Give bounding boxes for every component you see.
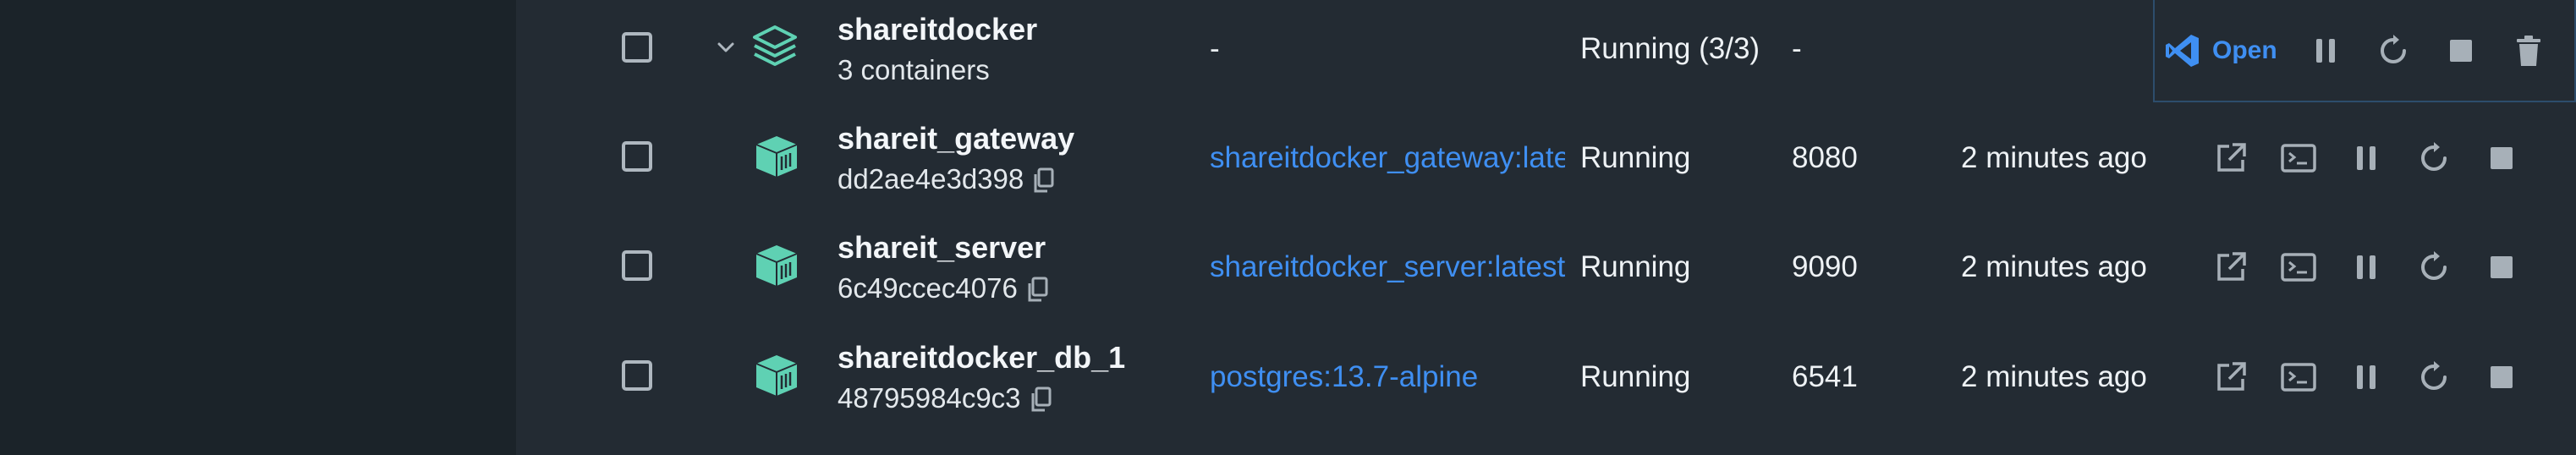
compose-stack-icon bbox=[753, 25, 797, 66]
container-id: 6c49ccec4076 bbox=[838, 272, 1050, 304]
project-status: Running (3/3) bbox=[1580, 32, 1760, 65]
stop-icon[interactable] bbox=[2483, 140, 2520, 177]
restart-icon[interactable] bbox=[2375, 32, 2412, 69]
container-id-text: 48795984c9c3 bbox=[838, 382, 1021, 414]
container-port[interactable]: 9090 bbox=[1792, 250, 1858, 284]
container-name[interactable]: shareit_server bbox=[838, 230, 1046, 266]
project-container-count: 3 containers bbox=[838, 54, 990, 85]
project-port: - bbox=[1792, 32, 1802, 65]
pause-icon[interactable] bbox=[2348, 249, 2385, 286]
row-checkbox[interactable] bbox=[622, 360, 652, 391]
container-id: 48795984c9c3 bbox=[838, 382, 1053, 414]
sidebar bbox=[0, 0, 516, 455]
container-icon bbox=[755, 136, 798, 177]
container-id-text: 6c49ccec4076 bbox=[838, 272, 1018, 304]
stop-icon[interactable] bbox=[2483, 359, 2520, 396]
project-image: - bbox=[1210, 32, 1220, 65]
started-time: 2 minutes ago bbox=[1961, 360, 2147, 393]
row-checkbox[interactable] bbox=[622, 250, 652, 281]
container-status: Running bbox=[1580, 360, 1691, 393]
restart-icon[interactable] bbox=[2415, 359, 2452, 396]
image-link[interactable]: shareitdocker_server:latest bbox=[1210, 250, 1565, 284]
copy-icon[interactable] bbox=[1032, 167, 1056, 195]
terminal-icon[interactable] bbox=[2280, 359, 2317, 396]
vscode-icon bbox=[2166, 35, 2199, 67]
image-link[interactable]: postgres:13.7-alpine bbox=[1210, 360, 1565, 394]
project-name[interactable]: shareitdocker bbox=[838, 12, 1037, 47]
container-port[interactable]: 6541 bbox=[1792, 360, 1858, 394]
row-checkbox[interactable] bbox=[622, 141, 652, 172]
container-row[interactable]: shareit_gateway dd2ae4e3d398 shareitdock… bbox=[516, 102, 2576, 211]
stop-icon[interactable] bbox=[2442, 32, 2480, 69]
containers-list: shareitdocker 3 containers - Running (3/… bbox=[516, 0, 2576, 455]
copy-icon[interactable] bbox=[1026, 277, 1050, 304]
chevron-down-icon[interactable] bbox=[714, 36, 738, 59]
container-status: Running bbox=[1580, 141, 1691, 174]
open-in-browser-icon[interactable] bbox=[2212, 249, 2249, 286]
container-id: dd2ae4e3d398 bbox=[838, 163, 1056, 195]
container-row[interactable]: shareitdocker_db_1 48795984c9c3 postgres… bbox=[516, 321, 2576, 430]
project-actions: Open bbox=[2153, 0, 2576, 102]
container-name[interactable]: shareit_gateway bbox=[838, 121, 1074, 156]
container-status: Running bbox=[1580, 250, 1691, 283]
container-port[interactable]: 8080 bbox=[1792, 141, 1858, 175]
container-row[interactable]: shareit_server 6c49ccec4076 shareitdocke… bbox=[516, 211, 2576, 321]
open-in-vscode-button[interactable]: Open bbox=[2163, 25, 2277, 76]
container-icon bbox=[755, 245, 798, 286]
row-checkbox[interactable] bbox=[622, 32, 652, 63]
pause-icon[interactable] bbox=[2348, 140, 2385, 177]
terminal-icon[interactable] bbox=[2280, 249, 2317, 286]
open-label: Open bbox=[2212, 36, 2277, 64]
stop-icon[interactable] bbox=[2483, 249, 2520, 286]
container-name[interactable]: shareitdocker_db_1 bbox=[838, 340, 1125, 376]
project-row[interactable]: shareitdocker 3 containers - Running (3/… bbox=[516, 0, 2576, 102]
pause-icon[interactable] bbox=[2348, 359, 2385, 396]
restart-icon[interactable] bbox=[2415, 249, 2452, 286]
restart-icon[interactable] bbox=[2415, 140, 2452, 177]
container-icon bbox=[755, 355, 798, 396]
started-time: 2 minutes ago bbox=[1961, 141, 2147, 174]
copy-icon[interactable] bbox=[1030, 386, 1053, 414]
terminal-icon[interactable] bbox=[2280, 140, 2317, 177]
started-time: 2 minutes ago bbox=[1961, 250, 2147, 283]
container-id-text: dd2ae4e3d398 bbox=[838, 163, 1024, 195]
pause-icon[interactable] bbox=[2307, 32, 2344, 69]
image-link[interactable]: shareitdocker_gateway:latest bbox=[1210, 141, 1565, 175]
trash-icon[interactable] bbox=[2510, 32, 2547, 69]
open-in-browser-icon[interactable] bbox=[2212, 359, 2249, 396]
open-in-browser-icon[interactable] bbox=[2212, 140, 2249, 177]
